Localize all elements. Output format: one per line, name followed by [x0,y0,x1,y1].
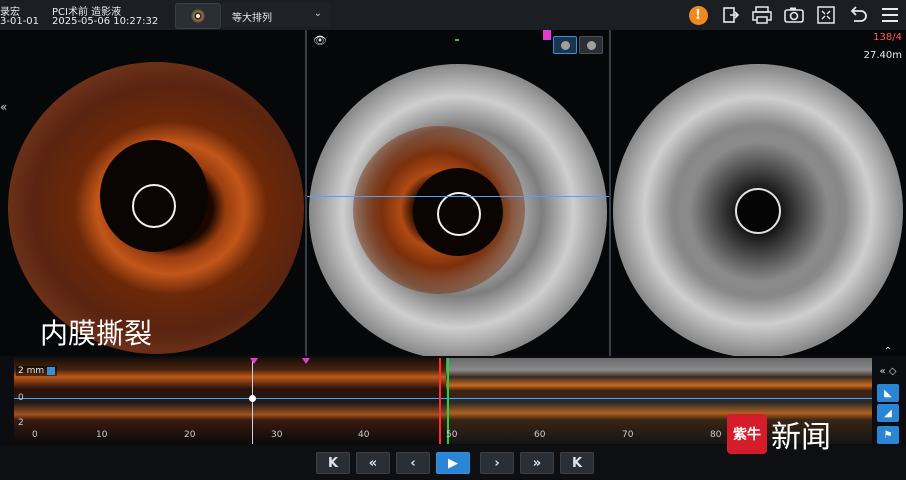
lv-bookmark-handle[interactable] [249,395,256,402]
ivus-cross-section [613,64,903,356]
fullscreen-icon [817,6,835,24]
depth-label: 2 [18,418,24,428]
patient-dob: 3-01-01 [0,16,40,27]
news-watermark: 紫牛 新闻 [727,412,831,456]
undo-icon [850,6,867,22]
ivus-mode-button[interactable] [579,36,603,54]
dropdown-icon [47,366,56,375]
fast-forward-button[interactable]: » [520,452,554,474]
oct-ivus-mode-button[interactable] [553,36,577,54]
bookmark-marker-icon[interactable] [250,358,258,364]
bookmark-add-button[interactable]: ◣ [877,384,899,402]
run-thumbnail[interactable] [175,3,221,29]
menu-button[interactable] [874,0,906,30]
export-icon [723,7,740,23]
prev-frame-button[interactable]: ‹ [396,452,430,474]
catheter-ring [735,188,781,234]
top-bar: 录宏 3-01-01 PCI术前 造影液 2025-05-06 10:27:32… [0,0,906,31]
axis-tick: 40 [358,430,370,440]
snapshot-button[interactable] [778,0,810,30]
oct-thumbnail-icon [191,9,205,23]
first-frame-button[interactable]: K [316,452,350,474]
collapse-left-icon[interactable]: « [0,100,12,114]
rewind-button[interactable]: « [356,452,390,474]
collapse-icon[interactable]: « ◇ [877,362,899,380]
ivus-cross-section [309,64,607,356]
pullback-length: 27.40m [863,50,902,61]
depth-label: 0 [18,393,24,403]
expand-up-icon[interactable]: ⌃ [877,342,899,360]
oct-view-panel[interactable]: « 内膜撕裂 [0,30,305,356]
undo-button[interactable] [842,0,874,30]
menu-icon [882,8,898,22]
ivus-view-panel[interactable]: 138/4 27.40m [611,30,906,356]
cut-plane-line[interactable] [307,196,609,197]
chevron-down-icon: ⌄ [313,8,322,19]
lv-cut-line [14,398,872,399]
fullscreen-button[interactable] [810,0,842,30]
alert-icon: ! [688,5,708,25]
axis-tick: 70 [622,430,634,440]
next-frame-button[interactable]: › [480,452,514,474]
dissection-label: 内膜撕裂 [40,317,153,350]
scale-unit-selector[interactable]: 2 mm [16,366,58,376]
axis-tick: 60 [534,430,546,440]
camera-icon [784,7,804,23]
play-button[interactable]: ▶ [436,452,470,474]
alert-button[interactable]: ! [682,0,714,30]
oct-cross-section [8,62,304,354]
catheter-ring [132,184,176,228]
layout-dropdown[interactable]: 等大排列 ⌄ [222,3,330,27]
watermark-text: 新闻 [771,420,831,455]
axis-tick: 50 [446,430,458,440]
frame-marker-icon[interactable] [543,30,551,40]
bookmark-prev-button[interactable]: ◢ [877,404,899,422]
watermark-logo: 紫牛 [727,414,767,454]
axis-tick: 10 [96,430,108,440]
print-button[interactable] [746,0,778,30]
right-toolbar: ⌃ « ◇ ◣ ◢ ⚑ [873,340,906,446]
eye-icon[interactable]: 👁 [313,34,331,48]
layout-dropdown-value: 等大排列 [232,13,272,24]
axis-tick: 30 [271,430,283,440]
export-button[interactable] [714,0,746,30]
axis-tick: 20 [184,430,196,440]
mode-icon [586,40,596,50]
axis-tick: 80 [710,430,722,440]
mode-icon [560,40,570,50]
scale-unit-label: 2 mm [18,366,45,376]
frame-counter: 138/4 [873,32,902,43]
catheter-ring [437,192,481,236]
print-icon [752,6,772,24]
acquisition-datetime: 2025-05-06 10:27:32 [52,16,159,27]
axis-tick: 0 [32,430,38,440]
bookmark-list-button[interactable]: ⚑ [877,426,899,444]
fusion-view-panel[interactable]: 👁 [307,30,609,356]
last-frame-button[interactable]: K [560,452,594,474]
bookmark-marker-icon[interactable] [302,358,310,364]
orientation-tick [455,39,459,41]
view-mode-toggle[interactable] [553,36,603,54]
